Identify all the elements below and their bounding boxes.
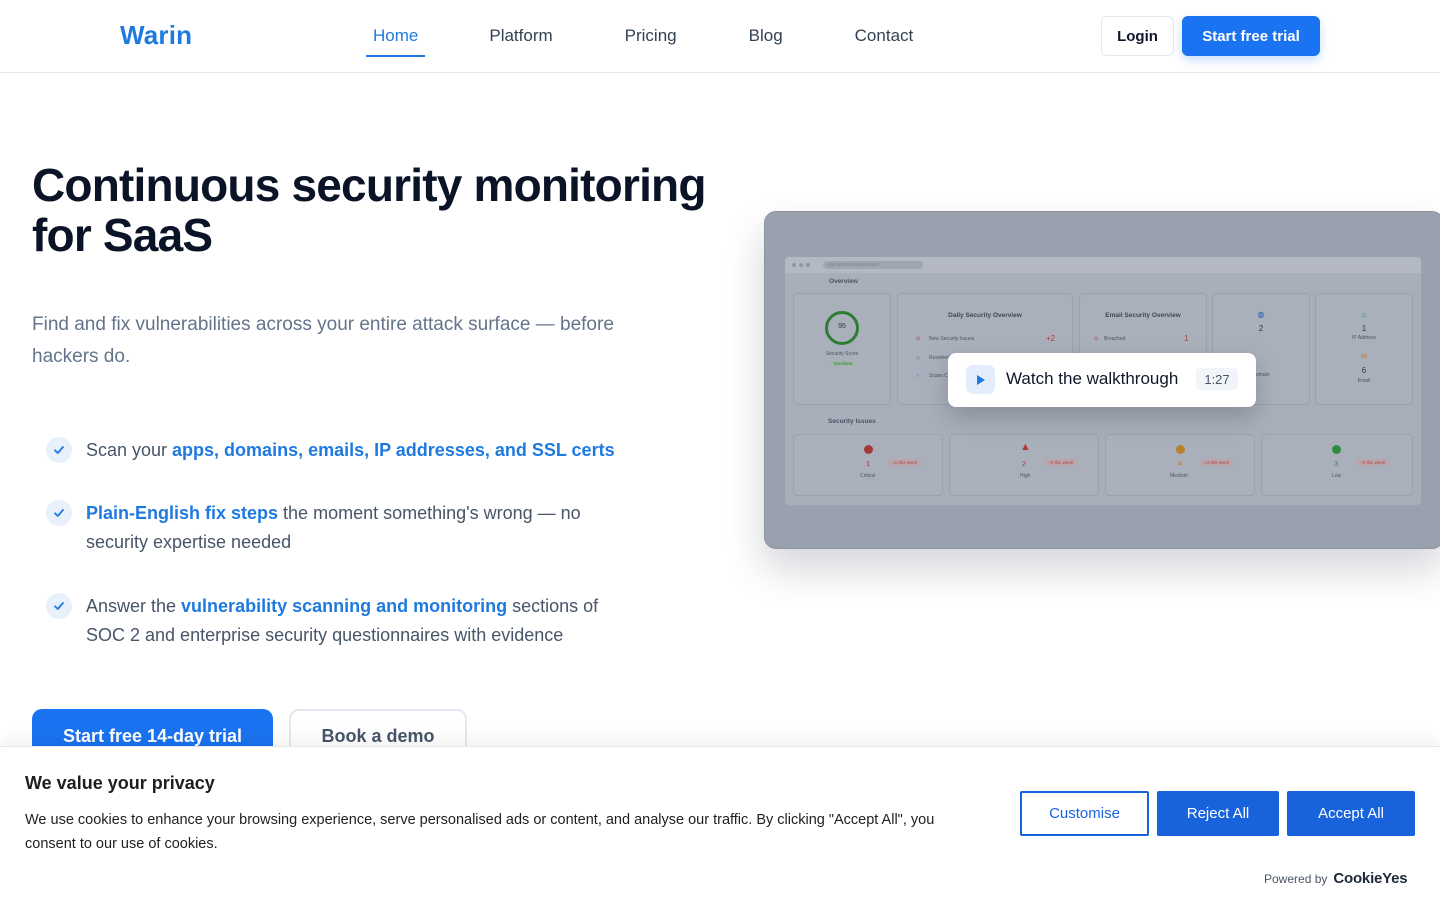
main-nav: Home Platform Pricing Blog Contact — [366, 0, 985, 72]
daily-row-label: New Security Issues — [929, 336, 975, 342]
hero-subtitle: Find and fix vulnerabilities across your… — [32, 314, 614, 367]
severity-name: Medium — [1170, 473, 1188, 479]
clock-icon: ⊙ — [1094, 336, 1099, 342]
feature-text-pre: Answer the — [86, 596, 182, 616]
score-badge: Excellent — [830, 361, 857, 366]
severity-card-low: 3 Low +2 this week — [1261, 434, 1413, 496]
ip-label: IP Address — [1351, 335, 1377, 341]
score-card: 95 Security Score Excellent — [793, 293, 891, 405]
feature-text: Plain-English fix steps the moment somet… — [86, 499, 626, 557]
customise-button[interactable]: Customise — [1020, 791, 1149, 836]
score-value: 95 — [838, 323, 846, 330]
feature-item: Plain-English fix steps the moment somet… — [46, 499, 626, 557]
severity-value: 1 — [866, 459, 871, 468]
severity-delta: +2 this week — [1356, 459, 1390, 466]
severity-value: 4 — [1178, 459, 1183, 468]
cookie-banner: We value your privacy We use cookies to … — [0, 746, 1440, 900]
site-header: Warin Home Platform Pricing Blog Contact… — [0, 0, 1440, 73]
email-row-label: Breached — [1104, 336, 1126, 342]
severity-value: 2 — [1022, 459, 1027, 468]
powered-by-label: Powered by — [1264, 871, 1328, 886]
severity-card-critical: 1 Critical +1 this week — [793, 434, 943, 496]
check-circle-icon — [1332, 445, 1341, 454]
severity-value: 3 — [1334, 459, 1339, 468]
overview-label: Overview — [829, 278, 858, 285]
severity-card-medium: 4 Medium +4 this week — [1105, 434, 1255, 496]
warning-icon: ▲ — [1020, 441, 1031, 453]
severity-delta: +2 this week — [1044, 459, 1078, 466]
start-free-trial-button[interactable]: Start free trial — [1182, 16, 1320, 56]
severity-name: Critical — [860, 473, 876, 479]
check-icon — [46, 500, 72, 526]
score-label: Security Score — [825, 351, 859, 357]
hero-title: Continuous security monitoring for SaaS — [32, 159, 706, 261]
play-icon — [966, 365, 995, 394]
critical-icon — [864, 445, 873, 454]
globe-icon: ◍ — [1257, 310, 1265, 319]
feature-text: Answer the vulnerability scanning and mo… — [86, 592, 626, 650]
cookie-title: We value your privacy — [25, 773, 215, 793]
nav-item-home[interactable]: Home — [366, 0, 426, 72]
brand-logo[interactable]: Warin — [120, 20, 192, 51]
page: Warin Home Platform Pricing Blog Contact… — [0, 0, 1440, 900]
severity-delta: +1 this week — [888, 459, 922, 466]
daily-overview-title: Daily Security Overview — [948, 312, 1022, 319]
domain-value: 2 — [1258, 324, 1264, 333]
severity-card-high: ▲ 2 High +2 this week — [949, 434, 1099, 496]
browser-url: app.warin.io/dashboard — [823, 261, 923, 269]
email-row-value: 1 — [1184, 334, 1189, 343]
severity-name: High — [1020, 473, 1031, 479]
feature-text-pre: Scan your — [86, 440, 173, 460]
alert-icon: ⊙ — [916, 336, 921, 342]
search-icon: ○ — [916, 373, 920, 379]
asset-card: ⌂ 1 IP Address ✉ 6 Email — [1315, 293, 1413, 405]
daily-row-label: Resolved — [929, 355, 950, 361]
daily-row-value: +2 — [1046, 334, 1056, 343]
cookie-text: We use cookies to enhance your browsing … — [25, 812, 935, 852]
severity-name: Low — [1332, 473, 1342, 479]
powered-by: Powered by CookieYes — [1264, 870, 1408, 887]
accept-all-button[interactable]: Accept All — [1287, 791, 1415, 836]
nav-item-contact[interactable]: Contact — [855, 0, 914, 72]
daily-row-label: Scans C — [929, 373, 948, 379]
score-ring-icon: 95 — [825, 311, 859, 345]
feature-item: Scan your apps, domains, emails, IP addr… — [46, 436, 626, 465]
shield-icon: ◇ — [916, 355, 920, 361]
feature-highlight: apps, domains, emails, IP addresses, and… — [172, 440, 615, 460]
security-issues-label: Security Issues — [828, 418, 876, 425]
login-button[interactable]: Login — [1101, 16, 1174, 56]
nav-item-platform[interactable]: Platform — [489, 0, 552, 72]
feature-text: Scan your apps, domains, emails, IP addr… — [86, 436, 615, 465]
email-value: 6 — [1361, 366, 1367, 375]
severity-delta: +4 this week — [1200, 459, 1234, 466]
feature-item: Answer the vulnerability scanning and mo… — [46, 592, 626, 650]
email-overview-title: Email Security Overview — [1105, 312, 1181, 319]
network-icon: ⌂ — [1361, 310, 1367, 319]
email-label: Email — [1357, 378, 1371, 384]
check-icon — [46, 593, 72, 619]
feature-highlight: Plain-English fix steps — [86, 503, 279, 523]
info-icon — [1176, 445, 1185, 454]
window-dots-icon — [792, 263, 810, 267]
nav-item-pricing[interactable]: Pricing — [625, 0, 677, 72]
cookieyes-logo[interactable]: CookieYes — [1333, 870, 1407, 887]
video-duration: 1:27 — [1196, 368, 1238, 390]
mail-icon: ✉ — [1360, 352, 1368, 361]
browser-bar: app.warin.io/dashboard — [785, 257, 1421, 273]
nav-item-blog[interactable]: Blog — [749, 0, 783, 72]
walkthrough-label: Watch the walkthrough — [1006, 369, 1179, 388]
feature-highlight: vulnerability scanning and monitoring — [181, 596, 508, 616]
check-icon — [46, 437, 72, 463]
reject-all-button[interactable]: Reject All — [1157, 791, 1279, 836]
ip-value: 1 — [1361, 324, 1367, 333]
